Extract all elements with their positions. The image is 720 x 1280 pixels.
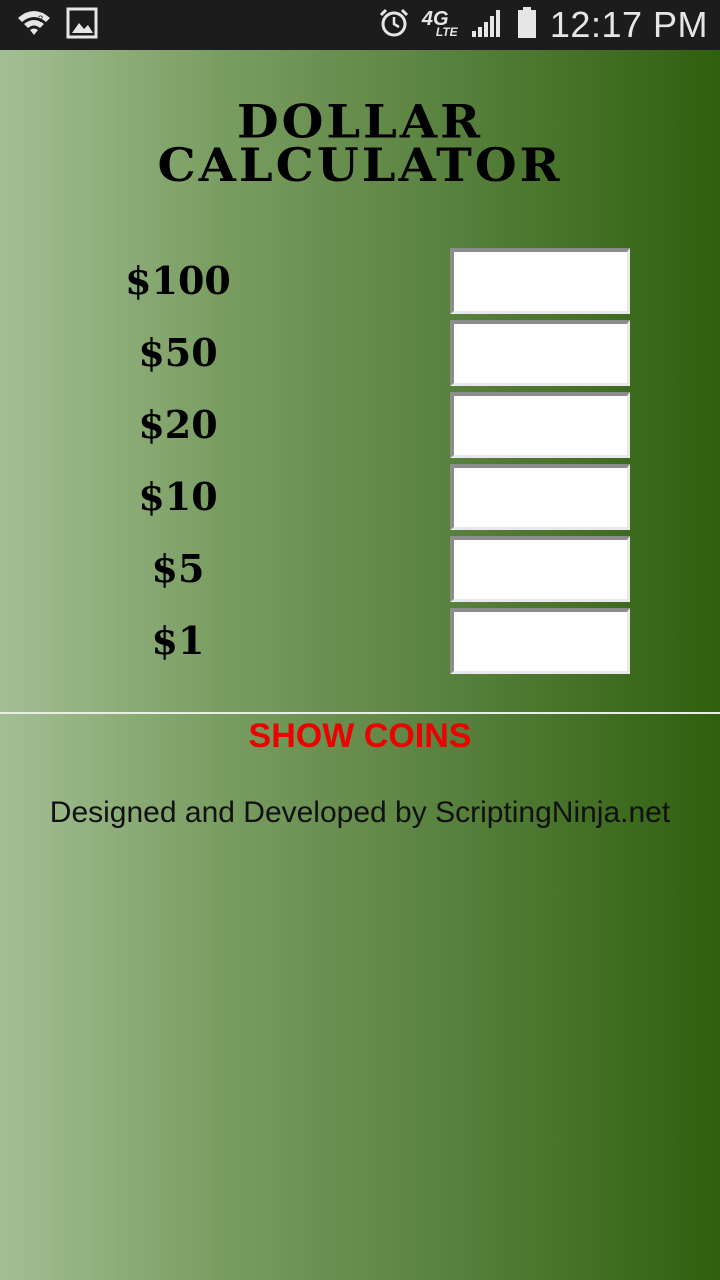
wifi-icon: ? xyxy=(16,8,52,42)
footer-credit: Designed and Developed by ScriptingNinja… xyxy=(49,796,671,829)
denomination-row-1: $1 xyxy=(0,608,720,674)
alarm-icon xyxy=(378,7,410,43)
denomination-label-20: $20 xyxy=(138,402,218,447)
denomination-row-50: $50 xyxy=(0,320,720,386)
image-notification-icon xyxy=(66,7,98,43)
status-bar: ? 4G LTE 12:17 PM xyxy=(0,0,720,50)
denomination-row-20: $20 xyxy=(0,392,720,458)
denomination-input-20[interactable] xyxy=(450,392,630,458)
network-4g-lte-icon: 4G LTE xyxy=(422,8,458,42)
denomination-input-1[interactable] xyxy=(450,608,630,674)
battery-icon xyxy=(516,6,538,44)
status-bar-left: ? xyxy=(16,7,98,43)
denomination-input-5[interactable] xyxy=(450,536,630,602)
denomination-label-5: $5 xyxy=(151,546,205,591)
app-screen: DOLLAR CALCULATOR $100 $50 $20 $10 $5 $1… xyxy=(0,50,720,1280)
denomination-row-10: $10 xyxy=(0,464,720,530)
status-time: 12:17 PM xyxy=(549,4,708,45)
signal-icon xyxy=(470,7,504,43)
status-bar-right: 4G LTE 12:17 PM xyxy=(378,0,708,50)
title-line-2: CALCULATOR xyxy=(157,139,563,193)
denomination-input-50[interactable] xyxy=(450,320,630,386)
title-line-1: DOLLAR xyxy=(236,95,484,149)
denomination-input-100[interactable] xyxy=(450,248,630,314)
denomination-label-10: $10 xyxy=(138,474,218,519)
denomination-label-100: $100 xyxy=(125,258,231,303)
show-coins-button[interactable]: SHOW COINS xyxy=(0,714,720,758)
denomination-row-100: $100 xyxy=(0,248,720,314)
page-title: DOLLAR CALCULATOR xyxy=(0,95,720,193)
svg-text:?: ? xyxy=(38,14,43,24)
denomination-row-5: $5 xyxy=(0,536,720,602)
denomination-label-1: $1 xyxy=(151,618,205,663)
denomination-label-50: $50 xyxy=(138,330,218,375)
network-sub-label: LTE xyxy=(435,25,458,39)
denomination-input-10[interactable] xyxy=(450,464,630,530)
